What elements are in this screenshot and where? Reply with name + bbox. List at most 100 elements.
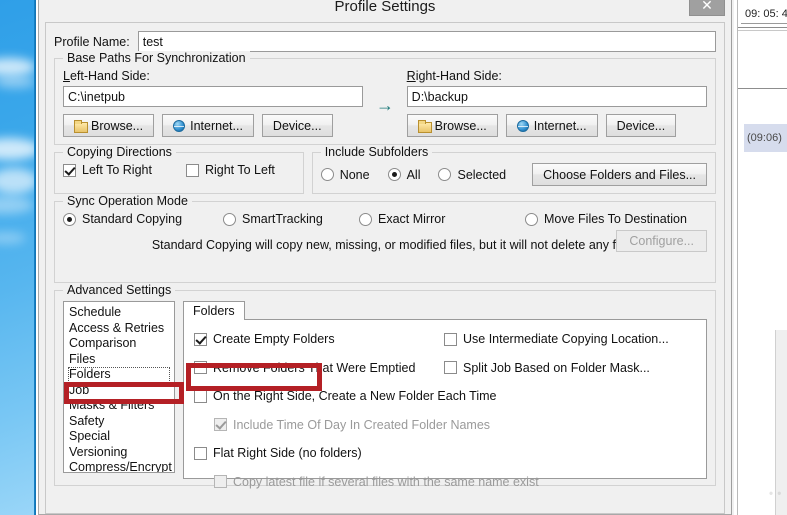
- radio-smart-tracking[interactable]: SmartTracking: [223, 212, 359, 226]
- divider: [738, 88, 787, 89]
- right-device-label: Device...: [616, 118, 666, 133]
- nav-item-schedule[interactable]: Schedule: [68, 305, 170, 321]
- background-application-panel: 09: 05: 4 (09:06) ··: [737, 0, 787, 515]
- left-hand-side-column: Left-Hand Side: Browse... Internet...: [63, 69, 364, 137]
- radio-icon: [359, 212, 372, 226]
- background-timestamp: 09: 05: 4: [741, 4, 787, 24]
- checkbox-create-empty-folders[interactable]: Create Empty Folders: [194, 332, 335, 346]
- left-device-button[interactable]: Device...: [261, 114, 333, 137]
- cloud-decoration: [0, 138, 36, 160]
- checkbox-remove-folders-emptied[interactable]: Remove Folders That Were Emptied: [194, 361, 415, 375]
- divider: [738, 30, 787, 31]
- left-internet-label: Internet...: [190, 118, 243, 133]
- dialog-body: Profile Name: Base Paths For Synchroniza…: [45, 22, 725, 514]
- folder-icon: [74, 120, 88, 133]
- radio-move-files-label: Move Files To Destination: [544, 212, 687, 226]
- cloud-decoration: [0, 58, 36, 76]
- sync-mode-title: Sync Operation Mode: [63, 194, 192, 208]
- include-subfolders-title: Include Subfolders: [320, 145, 433, 159]
- right-device-button[interactable]: Device...: [605, 114, 677, 137]
- checkbox-icon: [194, 446, 207, 460]
- checkbox-split-job-folder-mask[interactable]: Split Job Based on Folder Mask...: [444, 361, 650, 375]
- radio-standard-copying[interactable]: Standard Copying: [63, 212, 223, 226]
- divider: [738, 27, 787, 28]
- radio-move-files-to-destination[interactable]: Move Files To Destination: [525, 212, 687, 226]
- radio-subfolders-all-label: All: [406, 167, 421, 182]
- radio-subfolders-all[interactable]: All: [387, 167, 421, 182]
- background-selected-entry: (09:06): [744, 124, 787, 152]
- tab-right-column: Use Intermediate Copying Location... Spl…: [444, 332, 696, 503]
- right-label-text: ight-Hand Side:: [415, 69, 502, 83]
- nav-item-job[interactable]: Job: [68, 383, 170, 399]
- copying-directions-title: Copying Directions: [63, 145, 176, 159]
- option-flat-right-side-row: Flat Right Side (no folders): [194, 446, 444, 463]
- right-browse-button[interactable]: Browse...: [406, 114, 498, 137]
- right-path-input[interactable]: [406, 86, 708, 107]
- right-internet-button[interactable]: Internet...: [505, 114, 598, 137]
- radio-smart-tracking-label: SmartTracking: [242, 212, 323, 226]
- screen: 09: 05: 4 (09:06) ·· Profile Settings ✕ …: [0, 0, 787, 515]
- tab-left-column: Create Empty Folders Remove Folders That…: [194, 332, 539, 503]
- option-create-empty-folders-row: Create Empty Folders: [194, 332, 444, 349]
- nav-item-safety[interactable]: Safety: [68, 414, 170, 430]
- checkbox-flat-right-side-label: Flat Right Side (no folders): [213, 446, 362, 460]
- checkbox-flat-right-side[interactable]: Flat Right Side (no folders): [194, 446, 362, 460]
- checkbox-use-intermediate-copying-location[interactable]: Use Intermediate Copying Location...: [444, 332, 669, 346]
- nav-item-comparison[interactable]: Comparison: [68, 336, 170, 352]
- page-title: Profile Settings: [334, 0, 436, 15]
- right-browse-label: Browse...: [434, 118, 487, 133]
- choose-folders-and-files-button[interactable]: Choose Folders and Files...: [532, 163, 707, 186]
- left-browse-label: Browse...: [91, 118, 144, 133]
- nav-item-versioning[interactable]: Versioning: [68, 445, 170, 461]
- copying-directions-group: Copying Directions Left To Right Right T…: [54, 145, 304, 194]
- checkbox-icon: [214, 475, 227, 488]
- radio-icon: [387, 168, 401, 181]
- left-path-input[interactable]: [63, 86, 364, 107]
- desktop-wallpaper: [0, 0, 36, 515]
- include-subfolders-options: None All Selected Choose Folders and Fil…: [320, 163, 707, 186]
- profile-name-row: Profile Name:: [54, 31, 716, 52]
- left-label-text: eft-Hand Side:: [69, 69, 150, 83]
- checkbox-left-to-right-label: Left To Right: [82, 163, 152, 177]
- radio-exact-mirror[interactable]: Exact Mirror: [359, 212, 525, 226]
- cloud-decoration: [0, 232, 26, 244]
- checkbox-icon: [194, 361, 207, 374]
- advanced-settings-nav-list[interactable]: Schedule Access & Retries Comparison Fil…: [63, 301, 175, 473]
- checkbox-right-to-left[interactable]: Right To Left: [185, 163, 275, 177]
- advanced-tab-area: Folders Create Empty Folders Remove Fold…: [183, 301, 707, 489]
- configure-label: Configure...: [629, 234, 694, 248]
- profile-name-input[interactable]: [137, 31, 716, 52]
- include-subfolders-group: Include Subfolders None All Selected Cho…: [311, 145, 716, 194]
- cloud-decoration: [0, 76, 36, 88]
- checkbox-left-to-right[interactable]: Left To Right: [63, 163, 152, 177]
- left-browse-button[interactable]: Browse...: [63, 114, 155, 137]
- nav-item-special[interactable]: Special: [68, 429, 170, 445]
- nav-item-masks-filters[interactable]: Masks & Filters: [68, 398, 170, 414]
- advanced-settings-inner: Schedule Access & Retries Comparison Fil…: [63, 301, 707, 489]
- option-include-time-of-day-row: Include Time Of Day In Created Folder Na…: [214, 418, 490, 435]
- radio-subfolders-none[interactable]: None: [320, 168, 370, 182]
- left-internet-button[interactable]: Internet...: [162, 114, 254, 137]
- checkbox-right-to-left-label: Right To Left: [204, 163, 275, 177]
- checkbox-create-empty-folders-label: Create Empty Folders: [213, 332, 335, 346]
- wallpaper-edge: [34, 0, 36, 515]
- base-paths-group: Base Paths For Synchronization Left-Hand…: [54, 51, 716, 145]
- sync-mode-options: Standard Copying SmartTracking Exact Mir…: [63, 212, 707, 226]
- left-buttons-row: Browse... Internet... Device...: [63, 114, 363, 137]
- radio-subfolders-selected[interactable]: Selected: [438, 168, 506, 182]
- close-icon[interactable]: ✕: [689, 0, 725, 16]
- radio-standard-copying-label: Standard Copying: [82, 212, 183, 226]
- right-hand-side-label: Right-Hand Side:: [406, 69, 502, 83]
- nav-item-access-retries[interactable]: Access & Retries: [68, 321, 170, 337]
- nav-item-folders[interactable]: Folders: [68, 367, 170, 383]
- copying-directions-options: Left To Right Right To Left: [63, 163, 295, 177]
- choose-folders-label: Choose Folders and Files...: [543, 167, 696, 182]
- tab-folders[interactable]: Folders: [183, 301, 245, 320]
- right-buttons-row: Browse... Internet... Device...: [406, 114, 707, 137]
- nav-item-files[interactable]: Files: [68, 352, 170, 368]
- nav-item-compress-encrypt[interactable]: Compress/Encrypt: [68, 460, 172, 472]
- radio-exact-mirror-label: Exact Mirror: [378, 212, 446, 226]
- checkbox-split-job-label: Split Job Based on Folder Mask...: [463, 360, 650, 375]
- base-paths-columns: Left-Hand Side: Browse... Internet...: [63, 69, 708, 137]
- checkbox-remove-folders-label: Remove Folders That Were Emptied: [213, 360, 416, 375]
